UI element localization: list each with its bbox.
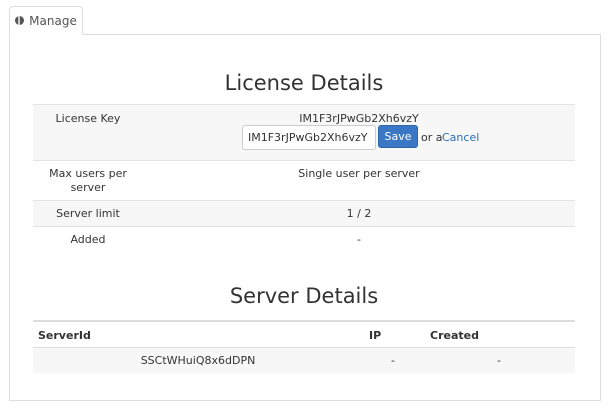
tab-manage-label: Manage xyxy=(29,13,77,28)
server-details-title: Server Details xyxy=(229,284,379,308)
server-limit-row: Server limit 1 / 2 xyxy=(33,200,575,226)
license-key-input[interactable] xyxy=(242,125,376,150)
added-value: - xyxy=(357,233,361,246)
cancel-link[interactable]: Cancel xyxy=(442,131,479,144)
created-cell: - xyxy=(497,354,501,367)
ip-cell: - xyxy=(391,354,395,367)
max-users-row: Max users per server Single user per ser… xyxy=(33,160,575,200)
added-row: Added - xyxy=(33,226,575,252)
max-users-value: Single user per server xyxy=(298,167,420,180)
max-users-label: Max users per server xyxy=(49,167,127,194)
save-button[interactable]: Save xyxy=(378,125,418,148)
col-created: Created xyxy=(430,329,479,342)
col-server-id: ServerId xyxy=(38,329,91,342)
license-key-value: IM1F3rJPwGb2Xh6vzY xyxy=(299,112,419,125)
col-ip: IP xyxy=(369,329,382,342)
server-id-cell: SSCtWHuiQ8x6dDPN xyxy=(140,354,256,367)
license-details-title: License Details xyxy=(224,71,384,95)
table-row: SSCtWHuiQ8x6dDPN - - xyxy=(33,348,575,373)
server-limit-value: 1 / 2 xyxy=(346,207,372,220)
server-limit-label: Server limit xyxy=(56,207,120,220)
license-key-label: License Key xyxy=(55,112,121,125)
globe-icon xyxy=(15,16,25,25)
added-label: Added xyxy=(70,233,106,246)
tab-manage[interactable]: Manage xyxy=(9,6,83,35)
server-table-header: ServerId IP Created xyxy=(33,320,575,348)
or-text: or a xyxy=(421,131,443,144)
